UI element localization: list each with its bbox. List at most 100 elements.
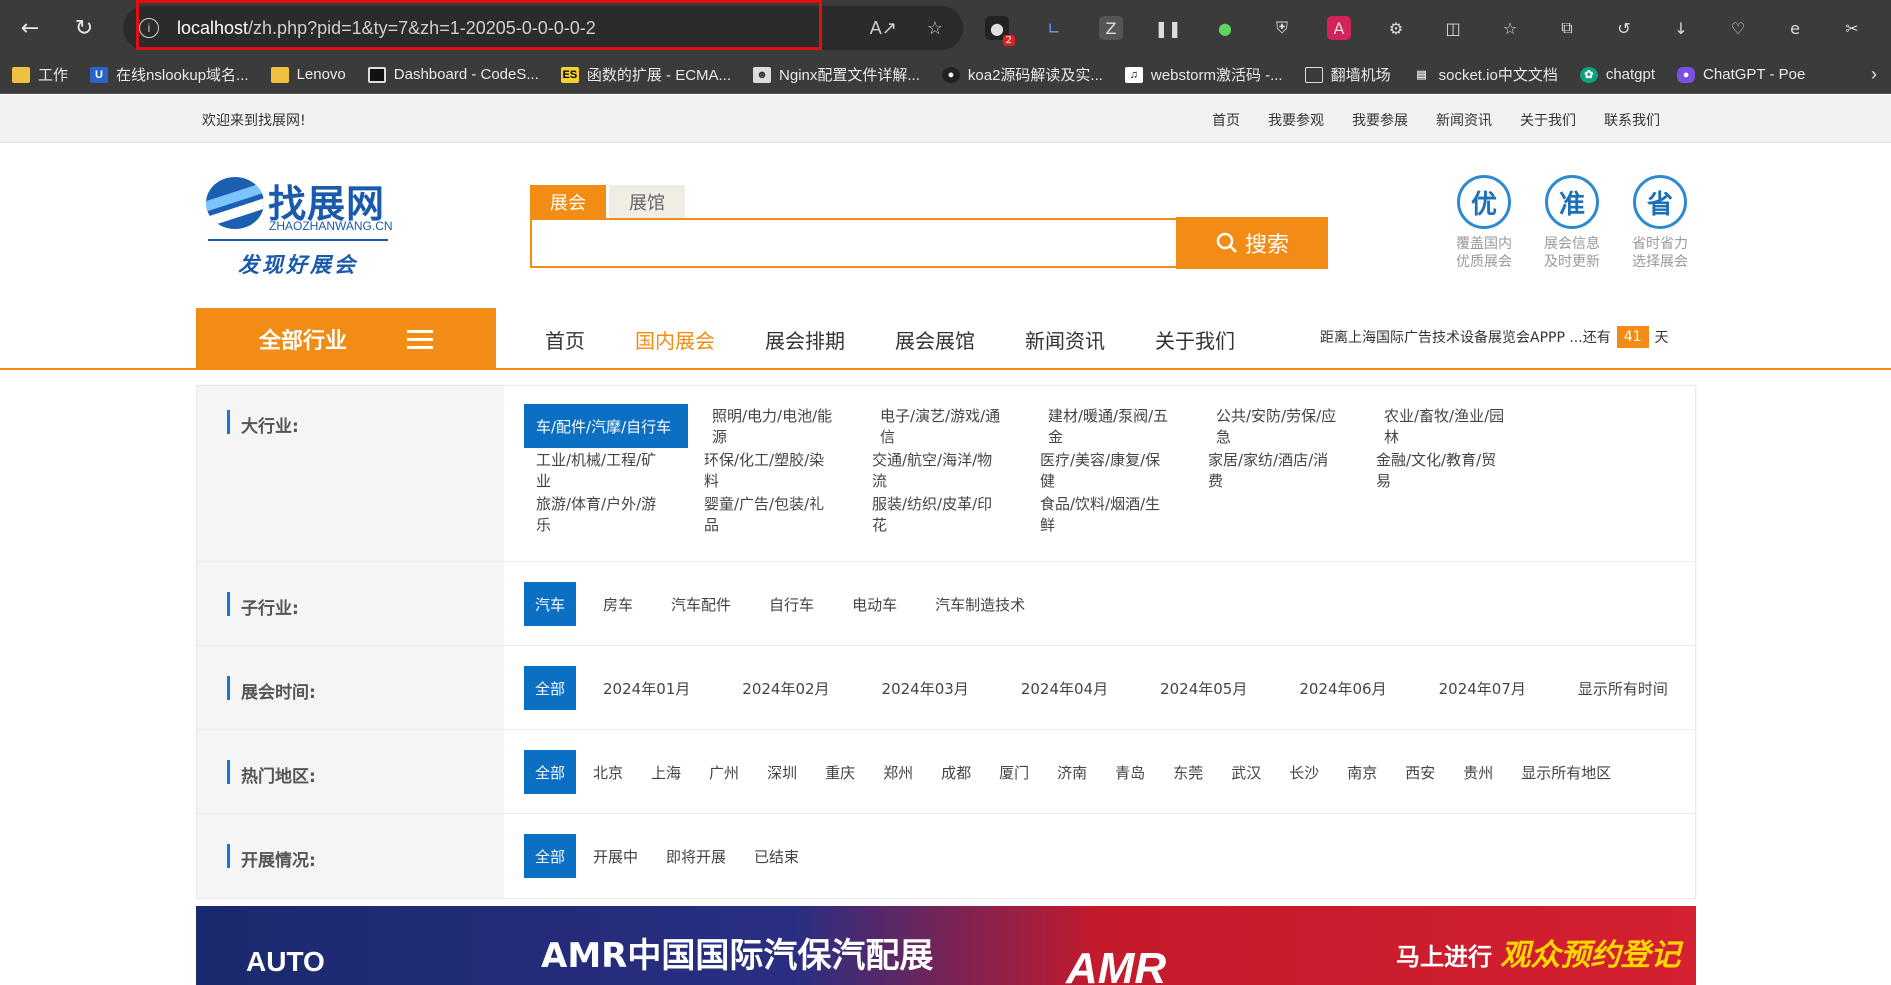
promo-banner[interactable]: AUTO AMR中国国际汽保汽配展 AMR 马上进行 观众预约登记 (196, 906, 1696, 985)
all-industries-button[interactable]: 全部行业 (196, 308, 496, 370)
read-aloud-icon[interactable]: A↗ (870, 18, 897, 39)
translate-extension-icon[interactable]: A (1327, 16, 1351, 40)
region-option[interactable]: 北京 (582, 750, 634, 794)
industry-option[interactable]: 建材/暖通/泵阀/五金 (1036, 404, 1192, 448)
bookmark-item[interactable]: 工作 (12, 64, 68, 85)
region-option[interactable]: 成都 (930, 750, 982, 794)
industry-option[interactable]: 照明/电力/电池/能源 (700, 404, 856, 448)
status-option[interactable]: 已结束 (743, 834, 810, 878)
history-icon[interactable]: ↺ (1612, 16, 1636, 40)
search-tab-exhibitions[interactable]: 展会 (530, 185, 606, 218)
region-option[interactable]: 济南 (1046, 750, 1098, 794)
bookmark-item[interactable]: Lenovo (270, 66, 346, 83)
region-option[interactable]: 上海 (640, 750, 692, 794)
region-option[interactable]: 东莞 (1162, 750, 1214, 794)
region-option[interactable]: 深圳 (756, 750, 808, 794)
time-option[interactable]: 2024年03月 (871, 666, 980, 710)
bookmark-item[interactable]: ● ChatGPT - Poe (1677, 66, 1805, 83)
status-option[interactable]: 即将开展 (655, 834, 737, 878)
nav-venues[interactable]: 展会展馆 (870, 325, 1000, 354)
download-icon[interactable]: ↓ (1669, 16, 1693, 40)
puzzle-icon[interactable]: ⚙ (1384, 16, 1408, 40)
sub-industry-option[interactable]: 汽车制造技术 (924, 582, 1036, 626)
ruler-extension-icon[interactable]: ∟ (1042, 16, 1066, 40)
status-option[interactable]: 开展中 (582, 834, 649, 878)
bookmark-item[interactable]: ☻ Nginx配置文件详解... (753, 64, 920, 85)
favorite-star-icon[interactable]: ☆ (927, 18, 943, 39)
time-option[interactable]: 2024年02月 (731, 666, 840, 710)
industry-option[interactable]: 交通/航空/海洋/物流 (860, 448, 1016, 492)
pause-extension-icon[interactable]: ❚❚ (1155, 16, 1182, 40)
split-screen-icon[interactable]: ◫ (1441, 16, 1465, 40)
top-link-about[interactable]: 关于我们 (1520, 110, 1576, 130)
industry-option[interactable]: 婴童/广告/包装/礼品 (692, 492, 848, 536)
bookmark-item[interactable]: ▤ socket.io中文文档 (1413, 64, 1557, 85)
region-option[interactable]: 全部 (524, 750, 577, 794)
region-option[interactable]: 西安 (1394, 750, 1446, 794)
region-option[interactable]: 郑州 (872, 750, 924, 794)
top-link-news[interactable]: 新闻资讯 (1436, 110, 1492, 130)
bookmark-item[interactable]: ● koa2源码解读及实... (941, 64, 1103, 85)
time-option[interactable]: 2024年06月 (1288, 666, 1397, 710)
shield-icon[interactable]: ⛨ (1270, 16, 1294, 40)
bookmark-item[interactable]: U 在线nslookup域名... (90, 64, 249, 85)
industry-option[interactable]: 车/配件/汽摩/自行车 (524, 404, 688, 448)
region-option[interactable]: 长沙 (1278, 750, 1330, 794)
bookmark-item[interactable]: ♫ webstorm激活码 -... (1124, 64, 1283, 85)
z-extension-icon[interactable]: Z (1099, 16, 1123, 40)
industry-option[interactable]: 医疗/美容/康复/保健 (1028, 448, 1184, 492)
search-tab-venues[interactable]: 展馆 (609, 185, 685, 218)
bookmark-item[interactable]: Dashboard - CodeS... (367, 66, 539, 83)
extension-badge-icon[interactable]: ● 2 (985, 16, 1015, 46)
edge-icon[interactable]: e (1783, 16, 1807, 40)
top-link-visit[interactable]: 我要参观 (1268, 110, 1324, 130)
top-link-home[interactable]: 首页 (1212, 110, 1240, 130)
industry-option[interactable]: 食品/饮料/烟酒/生鲜 (1028, 492, 1184, 536)
region-option[interactable]: 厦门 (988, 750, 1040, 794)
industry-option[interactable]: 工业/机械/工程/矿业 (524, 448, 680, 492)
time-option[interactable]: 全部 (524, 666, 577, 710)
nav-home[interactable]: 首页 (520, 325, 610, 354)
search-input[interactable] (530, 218, 1176, 268)
bookmark-item[interactable]: 翻墙机场 (1304, 64, 1391, 85)
search-button[interactable]: 搜索 (1176, 217, 1328, 269)
industry-option[interactable]: 旅游/体育/户外/游乐 (524, 492, 680, 536)
sub-industry-option[interactable]: 汽车配件 (660, 582, 742, 626)
nav-schedule[interactable]: 展会排期 (740, 325, 870, 354)
bookmark-item[interactable]: ✿ chatgpt (1579, 66, 1655, 83)
industry-option[interactable]: 农业/畜牧/渔业/园林 (1372, 404, 1528, 448)
exhibition-countdown[interactable]: 距离上海国际广告技术设备展览会APPP ...还有 41 天 (1320, 326, 1669, 348)
region-option[interactable]: 广州 (698, 750, 750, 794)
bookmark-item[interactable]: ES 函数的扩展 - ECMA... (560, 64, 731, 85)
industry-option[interactable]: 公共/安防/劳保/应急 (1204, 404, 1360, 448)
sub-industry-option[interactable]: 汽车 (524, 582, 577, 626)
industry-option[interactable]: 环保/化工/塑胶/染料 (692, 448, 848, 492)
industry-option[interactable]: 电子/演艺/游戏/通信 (868, 404, 1024, 448)
top-link-contact[interactable]: 联系我们 (1604, 110, 1660, 130)
nav-about[interactable]: 关于我们 (1130, 325, 1260, 354)
bookmarks-overflow-icon[interactable]: › (1871, 64, 1877, 85)
time-option[interactable]: 2024年01月 (592, 666, 701, 710)
site-logo[interactable]: 找展网 ZHAOZHANWANG.CN 发现好展会 (206, 173, 393, 283)
collections-icon[interactable]: ⧉ (1555, 16, 1579, 40)
sub-industry-option[interactable]: 电动车 (841, 582, 908, 626)
back-arrow-icon[interactable]: ← (10, 8, 50, 48)
region-option[interactable]: 武汉 (1220, 750, 1272, 794)
status-option[interactable]: 全部 (524, 834, 577, 878)
green-dot-extension-icon[interactable]: ● (1213, 16, 1237, 40)
nav-news[interactable]: 新闻资讯 (1000, 325, 1130, 354)
sub-industry-option[interactable]: 自行车 (758, 582, 825, 626)
region-option[interactable]: 显示所有地区 (1510, 750, 1622, 794)
time-option[interactable]: 显示所有时间 (1567, 666, 1679, 710)
time-option[interactable]: 2024年07月 (1428, 666, 1537, 710)
nav-domestic-exhibitions[interactable]: 国内展会 (610, 325, 740, 354)
top-link-exhibit[interactable]: 我要参展 (1352, 110, 1408, 130)
sub-industry-option[interactable]: 房车 (592, 582, 644, 626)
screenshot-icon[interactable]: ✂ (1840, 16, 1864, 40)
time-option[interactable]: 2024年04月 (1010, 666, 1119, 710)
industry-option[interactable]: 家居/家纺/酒店/消费 (1196, 448, 1352, 492)
industry-option[interactable]: 金融/文化/教育/贸易 (1364, 448, 1520, 492)
region-option[interactable]: 贵州 (1452, 750, 1504, 794)
reload-icon[interactable]: ↻ (64, 8, 104, 48)
region-option[interactable]: 南京 (1336, 750, 1388, 794)
